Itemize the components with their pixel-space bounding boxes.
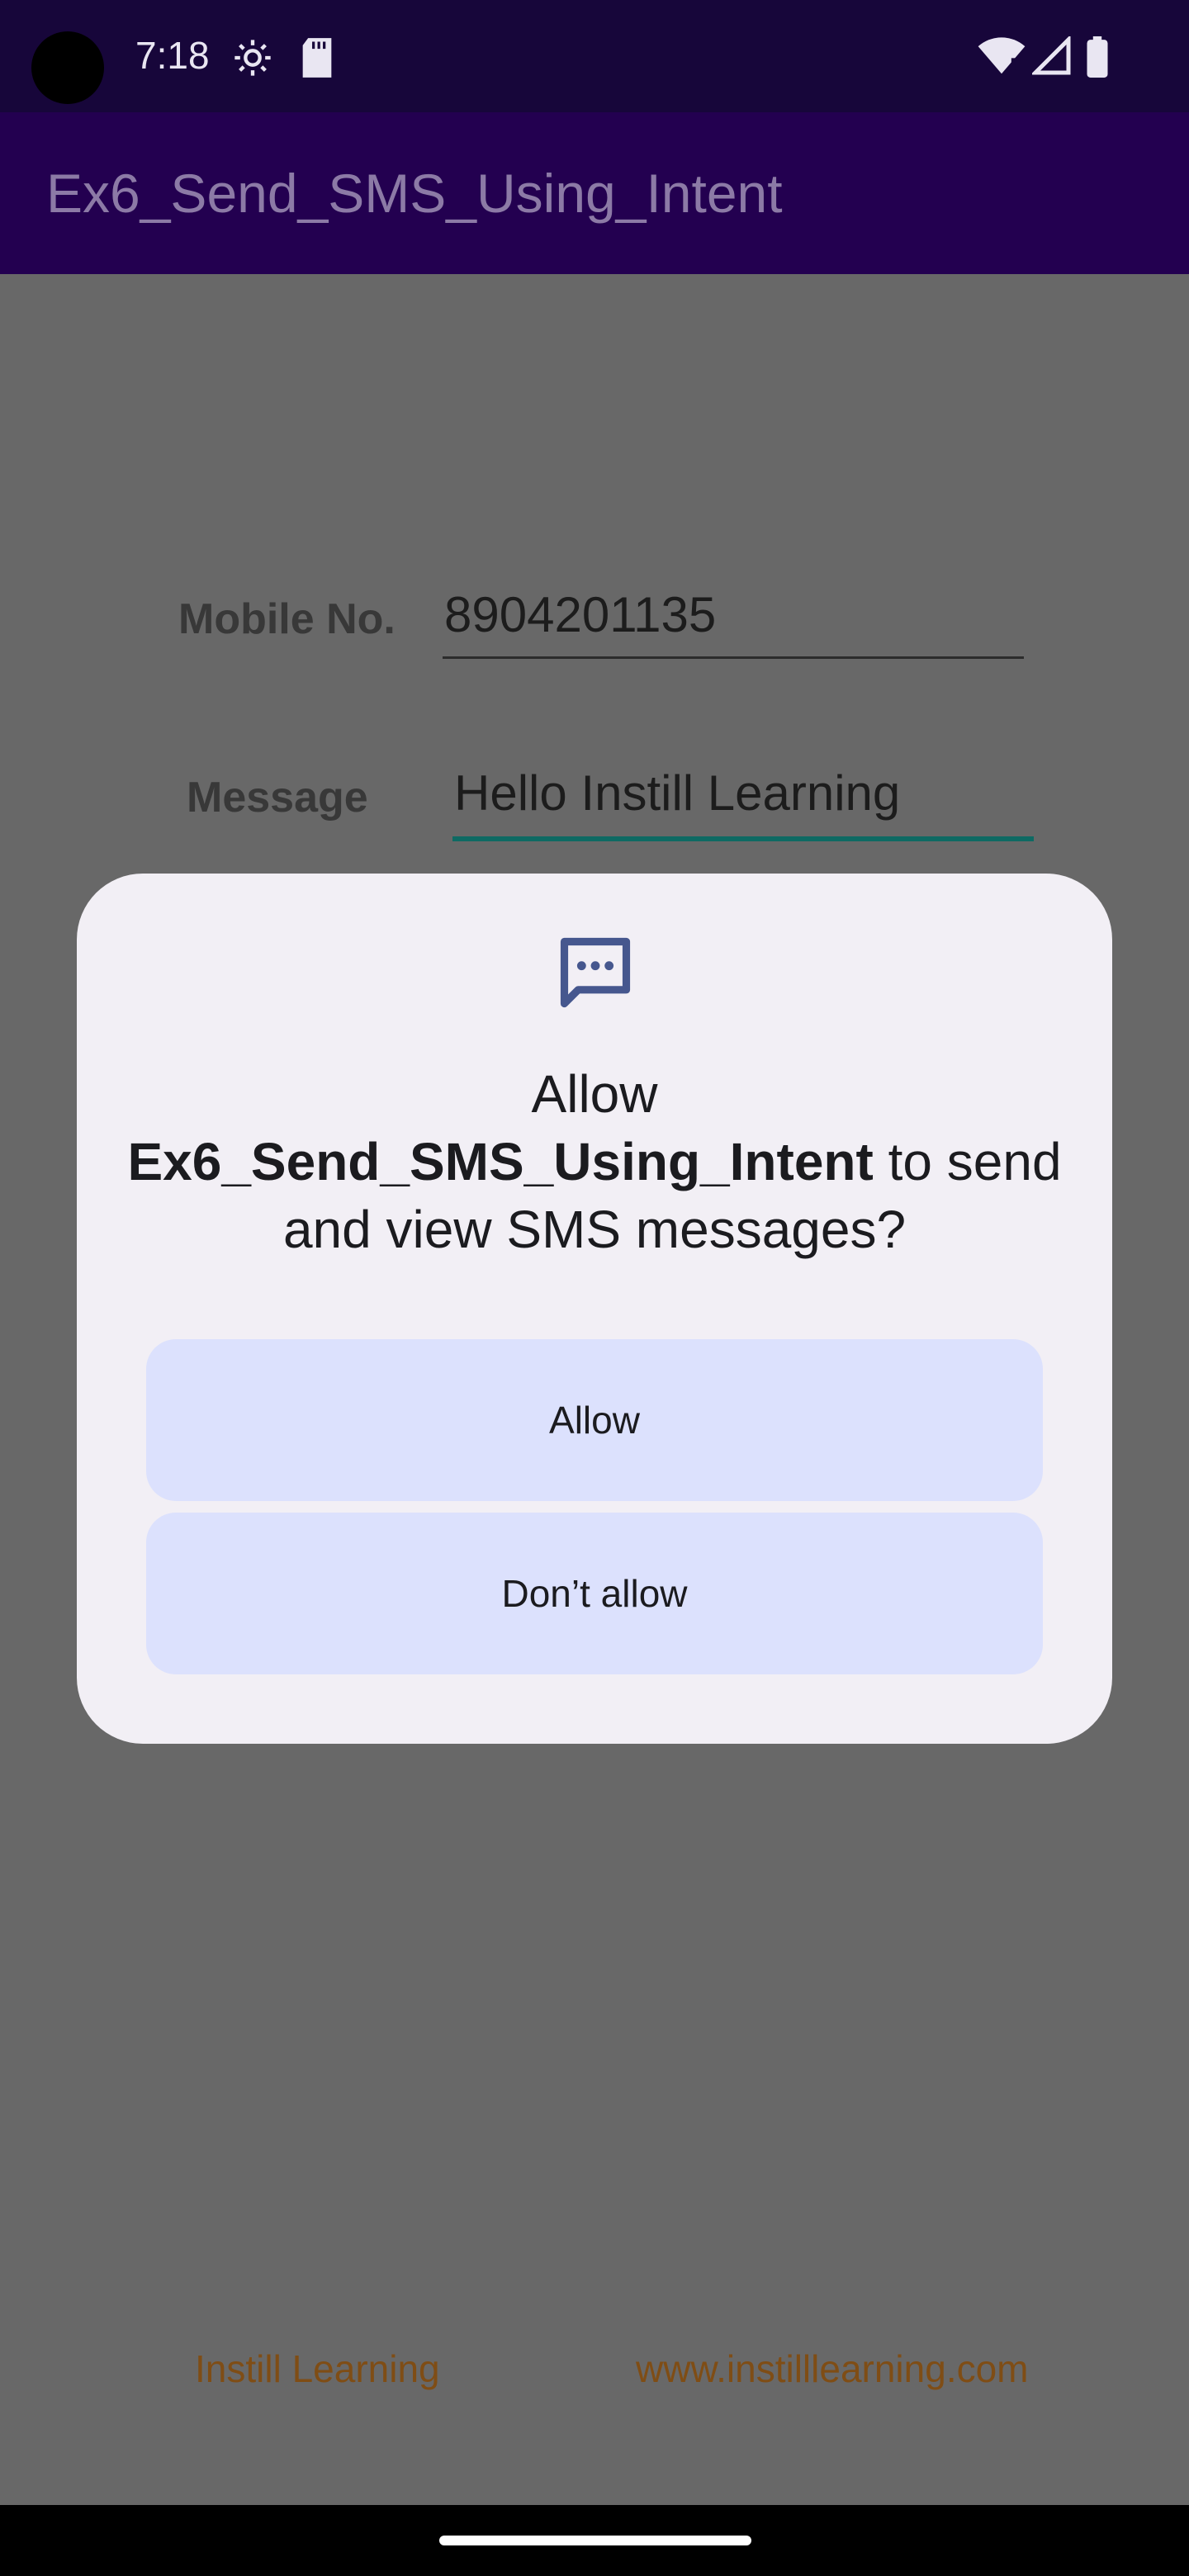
status-time: 7:18 <box>135 34 210 77</box>
cell-signal-icon <box>1030 34 1072 80</box>
message-label: Message <box>187 774 368 822</box>
allow-button[interactable]: Allow <box>146 1339 1043 1501</box>
dialog-title: Allow Ex6_Send_SMS_Using_Intent to send … <box>77 1060 1112 1263</box>
mobile-input-underline <box>443 656 1024 659</box>
app-title: Ex6_Send_SMS_Using_Intent <box>46 163 783 224</box>
dialog-title-prefix: Allow <box>531 1064 658 1124</box>
sd-card-icon <box>299 36 335 83</box>
allow-button-label: Allow <box>549 1399 640 1442</box>
message-input[interactable]: Hello Instill Learning <box>454 765 900 822</box>
status-bar: 7:18 <box>0 0 1189 112</box>
home-gesture-handle[interactable] <box>439 2536 751 2545</box>
settings-gear-icon <box>231 36 274 83</box>
camera-cutout <box>31 31 104 104</box>
dont-allow-button-label: Don’t allow <box>501 1572 688 1615</box>
dont-allow-button[interactable]: Don’t allow <box>146 1513 1043 1674</box>
wifi-icon <box>978 35 1026 82</box>
mobile-input[interactable]: 8904201135 <box>444 586 716 643</box>
footer-link-instill-learning[interactable]: Instill Learning <box>195 2346 440 2391</box>
sms-icon <box>554 931 637 1018</box>
mobile-label: Mobile No. <box>178 595 396 643</box>
dialog-title-app-name: Ex6_Send_SMS_Using_Intent <box>127 1132 874 1191</box>
message-input-underline <box>452 836 1034 841</box>
footer-link-website[interactable]: www.instilllearning.com <box>636 2346 1029 2391</box>
battery-icon <box>1085 36 1110 82</box>
permission-dialog: Allow Ex6_Send_SMS_Using_Intent to send … <box>77 874 1112 1744</box>
